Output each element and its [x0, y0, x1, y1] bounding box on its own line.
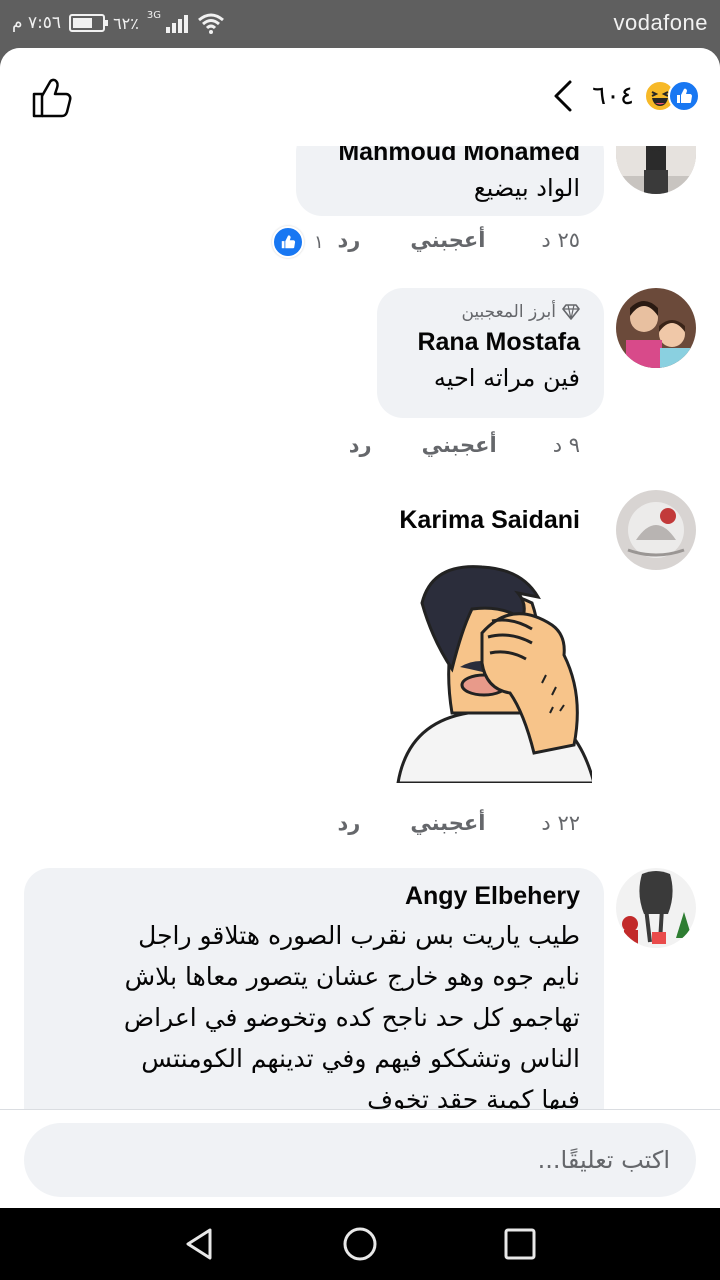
avatar[interactable] — [616, 288, 696, 368]
comment-text: فين مراته احيه — [433, 364, 580, 392]
like-count-value: ١ — [314, 231, 324, 253]
reply-button[interactable]: رد — [337, 811, 360, 835]
avatar[interactable] — [616, 146, 696, 194]
status-time: ٧:٥٦ م — [12, 13, 62, 33]
top-fan-badge: أبرز المعجبين — [401, 302, 580, 322]
comment-line: تهاجمو كل حد ناجح كده وتخوضو في اعراض — [123, 1003, 580, 1032]
carrier-name: vodafone — [613, 10, 708, 35]
top-fan-label: أبرز المعجبين — [461, 302, 556, 322]
comment-author[interactable]: Angy Elbehery — [48, 882, 580, 911]
battery-icon — [69, 14, 109, 32]
chevron-left-icon[interactable] — [550, 79, 576, 113]
diamond-icon — [562, 304, 580, 320]
like-comment-button[interactable]: أعجبني — [422, 433, 497, 457]
system-nav-bar — [0, 1208, 720, 1280]
back-triangle-icon[interactable] — [182, 1226, 218, 1262]
sheet-header: ٦٠٤ — [0, 48, 720, 146]
facepalm-sticker[interactable] — [392, 563, 596, 785]
comment-like-count[interactable]: ١ — [272, 226, 324, 258]
comments-list[interactable]: Mahmoud Mohamed الواد بيضيع ٢٥ د أعجبني … — [0, 146, 720, 1109]
battery-percent: ٦٢٪ — [113, 13, 139, 33]
reaction-icons — [644, 80, 700, 112]
like-comment-button[interactable]: أعجبني — [410, 811, 485, 835]
comment-actions: ٩ د أعجبني رد — [349, 433, 580, 457]
comment-actions: ٢٥ د أعجبني رد — [337, 228, 580, 252]
comment-line: الناس وتشككو فيهم وفي تدينهم الكومنتس — [141, 1044, 580, 1073]
comment-composer[interactable] — [24, 1123, 696, 1197]
reply-button[interactable]: رد — [337, 228, 360, 252]
comment-input[interactable] — [24, 1123, 696, 1197]
comment-age: ٩ د — [552, 433, 580, 457]
comments-sheet: ٦٠٤ Mahmoud Mohamed الواد بيضيع ٢٥ د أعج… — [0, 48, 720, 1208]
comment-age: ٢٢ د — [541, 811, 580, 835]
thumbs-up-outline-icon[interactable] — [28, 74, 74, 120]
like-comment-button[interactable]: أعجبني — [410, 228, 485, 252]
avatar[interactable] — [616, 868, 696, 948]
comment-composer-bar — [0, 1109, 720, 1208]
home-circle-icon[interactable] — [342, 1226, 378, 1262]
comment-bubble[interactable]: أبرز المعجبين Rana Mostafa فين مراته احي… — [377, 288, 604, 418]
network-type: 3G — [146, 10, 161, 21]
like-icon — [668, 80, 700, 112]
comment-author[interactable]: Karima Saidani — [399, 506, 580, 535]
status-left: ٧:٥٦ م ٦٢٪ 3G — [12, 10, 225, 36]
reactions-summary[interactable]: ٦٠٤ — [550, 74, 700, 118]
comment-actions: ٢٢ د أعجبني رد — [337, 811, 580, 835]
comment-author[interactable]: Mahmoud Mohamed — [320, 146, 580, 167]
comment-bubble[interactable]: Mahmoud Mohamed الواد بيضيع — [296, 146, 604, 216]
avatar[interactable] — [616, 490, 696, 570]
reply-button[interactable]: رد — [349, 433, 372, 457]
status-bar: ٧:٥٦ م ٦٢٪ 3G vodafone — [0, 0, 720, 48]
recents-square-icon[interactable] — [502, 1226, 538, 1262]
reaction-count: ٦٠٤ — [592, 81, 634, 111]
signal-icon — [165, 15, 188, 33]
comment-bubble[interactable]: Angy Elbehery طيب ياريت بس نقرب الصوره ه… — [24, 868, 604, 1109]
comment-line: نايم جوه وهو خارج عشان يتصور معاها بلاش — [124, 962, 580, 991]
comment-text: الواد بيضيع — [473, 174, 580, 202]
comment-author[interactable]: Rana Mostafa — [401, 328, 580, 357]
comment-line: طيب ياريت بس نقرب الصوره هتلاقو راجل — [138, 921, 580, 950]
wifi-icon — [198, 13, 224, 34]
like-icon — [272, 226, 304, 258]
comment-line: فيها كمية حقد تخوف — [367, 1085, 580, 1109]
comment-age: ٢٥ د — [541, 228, 580, 252]
